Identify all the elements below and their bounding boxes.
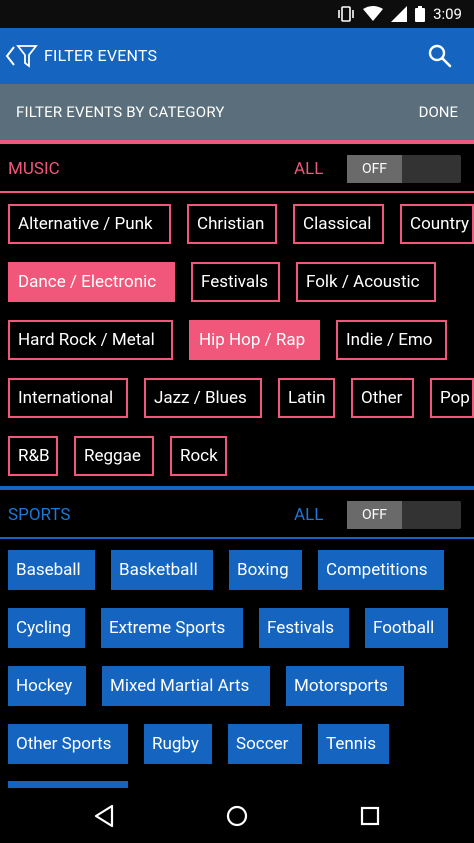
status-time: 3:09 <box>433 5 462 23</box>
music-chip-dance-electronic[interactable]: Dance / Electronic <box>8 262 175 302</box>
music-all-label: ALL <box>294 159 324 179</box>
page-title: FILTER EVENTS <box>44 46 158 65</box>
filter-icon <box>16 45 38 68</box>
signal-icon <box>391 6 408 22</box>
music-chip-rock[interactable]: Rock <box>170 436 227 476</box>
sport-chip-competitions[interactable]: Competitions <box>318 550 444 590</box>
sport-chip-other-sports[interactable]: Other Sports <box>8 724 128 764</box>
nav-recents-icon <box>360 806 380 826</box>
sport-chip-extreme-sports[interactable]: Extreme Sports <box>101 608 243 648</box>
music-all-toggle[interactable]: OFF <box>347 155 461 183</box>
back-button[interactable] <box>4 42 44 70</box>
music-toggle-state: OFF <box>347 155 402 183</box>
music-chip-pop[interactable]: Pop <box>430 378 474 418</box>
music-chip-indie-emo[interactable]: Indie / Emo <box>336 320 447 360</box>
sports-all-label: ALL <box>294 505 324 525</box>
music-top-divider <box>0 140 474 144</box>
wifi-icon <box>363 6 384 21</box>
sports-header-divider <box>0 537 474 539</box>
music-title: MUSIC <box>8 159 60 179</box>
sports-toggle-state: OFF <box>347 501 402 529</box>
music-chip-folk-acoustic[interactable]: Folk / Acoustic <box>296 262 436 302</box>
sport-chip-motorsports[interactable]: Motorsports <box>286 666 404 706</box>
music-chip-alternative-punk[interactable]: Alternative / Punk <box>8 204 171 244</box>
sport-chip-tennis[interactable]: Tennis <box>318 724 389 764</box>
status-icons: 3:09 <box>337 5 462 23</box>
music-section-header: MUSIC ALL OFF <box>0 147 474 191</box>
music-chip-classical[interactable]: Classical <box>293 204 384 244</box>
done-button[interactable]: DONE <box>419 103 458 121</box>
sport-chip-cycling[interactable]: Cycling <box>8 608 85 648</box>
search-button[interactable] <box>426 42 454 70</box>
sports-section-header: SPORTS ALL OFF <box>0 493 474 537</box>
music-chip-other[interactable]: Other <box>351 378 414 418</box>
sport-chip-football[interactable]: Football <box>365 608 448 648</box>
music-chip-jazz-blues[interactable]: Jazz / Blues <box>144 378 262 418</box>
music-header-divider <box>0 191 474 193</box>
sport-chip-boxing[interactable]: Boxing <box>229 550 302 590</box>
search-icon <box>428 44 452 68</box>
nav-back-button[interactable] <box>90 802 118 830</box>
nav-home-icon <box>226 805 248 827</box>
music-chip-reggae[interactable]: Reggae <box>74 436 154 476</box>
music-chip-festivals[interactable]: Festivals <box>191 262 280 302</box>
sports-all-toggle[interactable]: OFF <box>347 501 461 529</box>
music-chip-r-b[interactable]: R&B <box>8 436 58 476</box>
sport-chip-festivals[interactable]: Festivals <box>259 608 349 648</box>
category-subheader: FILTER EVENTS BY CATEGORY DONE <box>0 84 474 140</box>
music-chip-hip-hop-rap[interactable]: Hip Hop / Rap <box>189 320 320 360</box>
sport-chip-basketball[interactable]: Basketball <box>111 550 213 590</box>
music-chip-latin[interactable]: Latin <box>278 378 335 418</box>
battery-icon <box>415 6 426 22</box>
sport-chip-mixed-martial-arts[interactable]: Mixed Martial Arts <box>102 666 270 706</box>
chevron-left-icon <box>5 46 15 66</box>
nav-recents-button[interactable] <box>356 802 384 830</box>
sports-top-divider <box>0 486 474 490</box>
subheader-label: FILTER EVENTS BY CATEGORY <box>16 103 225 121</box>
nav-home-button[interactable] <box>223 802 251 830</box>
status-bar: 3:09 <box>0 0 474 28</box>
music-chip-christian[interactable]: Christian <box>187 204 277 244</box>
sport-chip-soccer[interactable]: Soccer <box>228 724 302 764</box>
app-bar: FILTER EVENTS <box>0 28 474 84</box>
music-chip-hard-rock-metal[interactable]: Hard Rock / Metal <box>8 320 173 360</box>
music-chip-international[interactable]: International <box>8 378 128 418</box>
sport-chip-hockey[interactable]: Hockey <box>8 666 86 706</box>
system-nav-bar <box>0 788 474 843</box>
vibrate-icon <box>338 6 354 22</box>
sports-title: SPORTS <box>8 505 71 525</box>
nav-back-icon <box>94 804 114 828</box>
music-chip-country[interactable]: Country <box>400 204 474 244</box>
sport-chip-rugby[interactable]: Rugby <box>144 724 212 764</box>
sport-chip-baseball[interactable]: Baseball <box>8 550 95 590</box>
